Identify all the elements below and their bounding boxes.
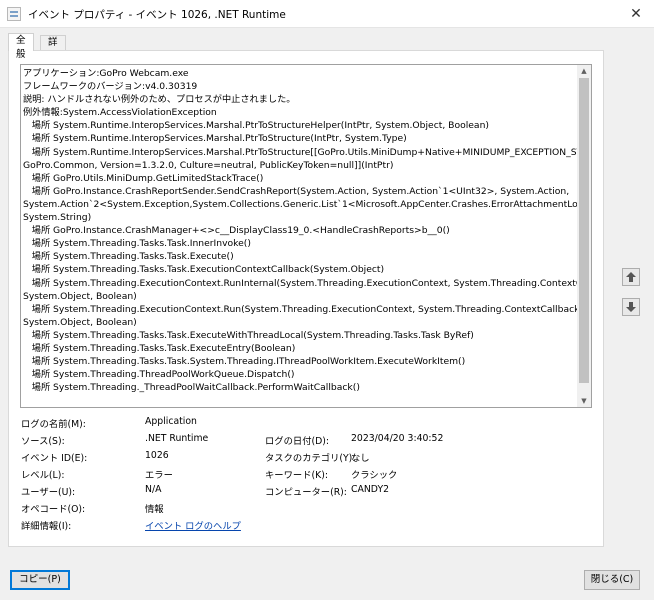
user-label: ユーザー(U): [21, 487, 76, 498]
description-line: 場所 System.Threading.Tasks.Task.Execution… [23, 264, 385, 276]
log-name-value: Application [145, 416, 197, 427]
more-info-label: 詳細情報(I): [21, 521, 72, 532]
description-line: 場所 System.Threading.ThreadPoolWorkQueue.… [23, 369, 295, 381]
description-line: System.Object, Boolean) [23, 290, 137, 302]
event-id-label: イベント ID(E): [21, 453, 88, 464]
next-event-button[interactable] [622, 298, 640, 316]
description-line: 場所 System.Threading.ExecutionContext.Run… [23, 303, 578, 315]
event-description-box[interactable]: アプリケーション:GoPro Webcam.exe フレームワークのバージョン:v… [20, 64, 592, 408]
opcode-label: オペコード(O): [21, 504, 86, 515]
description-line: 場所 System.Threading.Tasks.Task.ExecuteWi… [23, 329, 474, 341]
description-line: フレームワークのバージョン:v4.0.30319 [23, 81, 198, 93]
description-line: 場所 System.Runtime.InteropServices.Marsha… [23, 146, 578, 158]
description-line: System.String) [23, 212, 92, 224]
previous-event-button[interactable] [622, 268, 640, 286]
event-properties-icon [7, 7, 21, 21]
event-log-help-link[interactable]: イベント ログのヘルプ [145, 518, 241, 532]
description-line: 場所 System.Threading.ExecutionContext.Run… [23, 277, 578, 289]
copy-button[interactable]: コピー(P) [10, 570, 70, 590]
close-button[interactable]: 閉じる(C) [584, 570, 640, 590]
description-line: System.Action`2<System.Exception,System.… [23, 198, 578, 210]
description-line: アプリケーション:GoPro Webcam.exe [23, 68, 189, 79]
event-description-text: アプリケーション:GoPro Webcam.exe フレームワークのバージョン:v… [21, 65, 578, 407]
description-line: 場所 GoPro.Instance.CrashReportSender.Send… [23, 185, 570, 197]
user-value: N/A [145, 484, 162, 495]
description-line: 説明: ハンドルされない例外のため、プロセスが中止されました。 [23, 94, 296, 106]
keywords-label: キーワード(K): [265, 470, 328, 481]
description-line: 場所 System.Runtime.InteropServices.Marsha… [23, 120, 489, 132]
description-scrollbar[interactable]: ▲ ▼ [577, 65, 591, 407]
description-line: 場所 GoPro.Utils.MiniDump.GetLimitedStackT… [23, 172, 264, 184]
tab-details[interactable]: 詳細 [40, 35, 66, 62]
computer-value: CANDY2 [351, 484, 390, 495]
description-line: 場所 System.Threading._ThreadPoolWaitCallb… [23, 382, 360, 394]
description-line: 場所 System.Threading.Tasks.Task.ExecuteEn… [23, 342, 296, 354]
general-tab-page: アプリケーション:GoPro Webcam.exe フレームワークのバージョン:v… [8, 50, 604, 547]
task-category-label: タスクのカテゴリ(Y): [265, 453, 356, 464]
source-value: .NET Runtime [145, 433, 209, 444]
description-line: System.Object, Boolean) [23, 316, 137, 328]
logged-value: 2023/04/20 3:40:52 [351, 433, 444, 444]
description-line: 場所 System.Runtime.InteropServices.Marsha… [23, 133, 407, 145]
window-title: イベント プロパティ - イベント 1026, .NET Runtime [28, 9, 286, 21]
scroll-down-icon[interactable]: ▼ [577, 395, 591, 407]
description-line: 場所 System.Threading.Tasks.Task.Execute() [23, 251, 234, 263]
opcode-value: 情報 [145, 504, 164, 515]
event-id-value: 1026 [145, 450, 169, 461]
description-line: 場所 GoPro.Instance.CrashManager+<>c__Disp… [23, 225, 450, 237]
keywords-value: クラシック [351, 470, 398, 481]
level-value: エラー [145, 470, 173, 481]
arrow-down-icon [626, 302, 636, 312]
scrollbar-thumb[interactable] [579, 78, 589, 383]
title-bar: イベント プロパティ - イベント 1026, .NET Runtime ✕ [0, 0, 654, 28]
source-label: ソース(S): [21, 436, 65, 447]
scroll-up-icon[interactable]: ▲ [577, 65, 591, 77]
computer-label: コンピューター(R): [265, 487, 347, 498]
description-line: 場所 System.Threading.Tasks.Task.System.Th… [23, 356, 466, 368]
logged-label: ログの日付(D): [265, 436, 330, 447]
close-icon[interactable]: ✕ [626, 4, 646, 24]
tab-general[interactable]: 全般 [8, 33, 34, 60]
description-line: 例外情報:System.AccessViolationException [23, 107, 217, 119]
arrow-up-icon [626, 272, 636, 282]
description-line: 場所 System.Threading.Tasks.Task.InnerInvo… [23, 238, 251, 250]
log-name-label: ログの名前(M): [21, 419, 86, 430]
task-category-value: なし [351, 453, 370, 464]
description-line: GoPro.Common, Version=1.3.2.0, Culture=n… [23, 159, 394, 171]
level-label: レベル(L): [21, 470, 65, 481]
